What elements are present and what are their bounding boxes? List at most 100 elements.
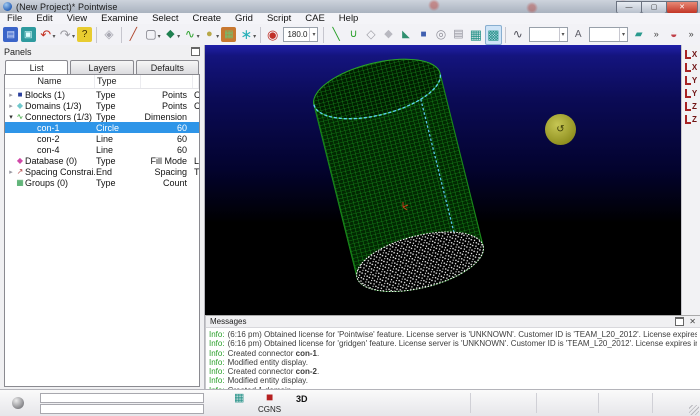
tree-item-label: Domains (1/3) — [25, 101, 82, 111]
cae-mask-icon[interactable]: ◒ — [665, 25, 682, 45]
menu-item-view[interactable]: View — [60, 13, 94, 24]
axis-view-button-minus-x[interactable]: X — [683, 60, 699, 72]
column-header-type[interactable]: Type — [95, 75, 141, 88]
arc-curve-icon[interactable]: ∪ — [345, 25, 362, 45]
block-wedge-icon[interactable]: ◣ — [397, 25, 414, 45]
tree-row-con-2[interactable]: con-2Line60 — [5, 133, 199, 144]
expand-closed-icon[interactable]: ▸ — [7, 91, 15, 99]
overflow-chevron2-icon[interactable]: » — [682, 25, 699, 45]
block-box-icon[interactable]: ■ — [415, 25, 432, 45]
maximize-icon: ▢ — [651, 3, 658, 11]
menu-item-examine[interactable]: Examine — [94, 13, 145, 24]
dropdown-caret-icon: ▾ — [177, 33, 180, 40]
tree-row-con-1[interactable]: con-1Circle60 — [5, 122, 199, 133]
tree-item-label: Groups (0) — [25, 178, 68, 188]
tree-cell-value: Count — [141, 178, 193, 188]
menu-item-script[interactable]: Script — [260, 13, 298, 24]
toolbar-separator — [121, 27, 122, 43]
solid-diamond-icon[interactable]: ◆ — [380, 25, 397, 45]
column-header-name[interactable]: Name — [5, 75, 95, 88]
expand-closed-icon[interactable]: ▸ — [7, 168, 15, 176]
connector-dimension-icon[interactable]: ∿ — [509, 25, 526, 45]
tree-item-label: con-1 — [37, 123, 60, 133]
render-view-icon[interactable]: ▦ — [220, 25, 237, 45]
tree-row-database-0[interactable]: ◆Database (0)TypeFill ModeLine ... — [5, 155, 199, 166]
menu-item-create[interactable]: Create — [185, 13, 228, 24]
dropdown-caret-icon: ▾ — [253, 33, 256, 40]
dropdown-caret-icon: ▾ — [52, 33, 55, 40]
mass-transform-icon[interactable]: ◈ — [100, 25, 117, 45]
trackball-icon — [12, 397, 24, 409]
tree-item-label: Blocks (1) — [25, 90, 65, 100]
connector-dimension-combo[interactable]: ▾ — [529, 27, 568, 42]
tab-layers[interactable]: Layers — [70, 60, 133, 75]
menu-item-grid[interactable]: Grid — [228, 13, 260, 24]
tree-item-label: Spacing Constrai... — [25, 167, 95, 177]
close-button[interactable]: ✕ — [666, 1, 698, 14]
message-info-label: Info: — [209, 367, 225, 376]
tree-cell-extra: Line ... — [193, 156, 200, 166]
unstructured-domain-icon[interactable]: ▩ — [485, 25, 502, 45]
extrude-icon[interactable]: ▤ — [450, 25, 467, 45]
average-spacing-icon[interactable]: A — [570, 25, 587, 45]
message-line: Info:Created connector con-2. — [209, 367, 697, 376]
tree-cell-type: Line — [95, 145, 141, 155]
tree-cell-type: Type — [95, 178, 141, 188]
display-attributes-icon[interactable]: ╱ — [125, 25, 142, 45]
tree-row-spacing-constrai[interactable]: ▸↗Spacing Constrai...EndSpacingType — [5, 166, 199, 177]
tree-cell-type: End — [95, 167, 141, 177]
tree-cell-value: Fill Mode — [141, 156, 193, 166]
tree-row-con-4[interactable]: con-4Line60 — [5, 144, 199, 155]
toolbar-separator — [323, 27, 324, 43]
list-header: Name Type — [5, 75, 199, 89]
tree-row-connectors-1-3[interactable]: ▾∿Connectors (1/3)TypeDimension — [5, 111, 199, 122]
maximize-button[interactable]: ▢ — [641, 1, 667, 14]
menu-item-select[interactable]: Select — [145, 13, 185, 24]
tree-cell-type: Circle — [95, 123, 141, 133]
save-icon[interactable]: ▤ — [2, 25, 19, 45]
help-icon[interactable]: ? — [76, 25, 93, 45]
toolbar-separator — [260, 27, 261, 43]
examine-icon[interactable]: ◉ — [264, 25, 281, 45]
axis-view-button-plus-z[interactable]: Z — [683, 99, 699, 111]
surface-icon[interactable]: ◇ — [362, 25, 379, 45]
menu-item-file[interactable]: File — [0, 13, 29, 24]
axis-view-button-plus-y[interactable]: Y — [683, 73, 699, 85]
layers-icon[interactable]: ▰ — [630, 25, 647, 45]
expand-open-icon[interactable]: ▾ — [7, 113, 15, 121]
tree-cell-value: Points — [141, 90, 193, 100]
connector-icon: ∿ — [15, 112, 25, 121]
tree-item-label: Database (0) — [25, 156, 77, 166]
tab-list[interactable]: List — [5, 60, 68, 75]
minimize-button[interactable]: — — [616, 1, 642, 14]
tab-defaults[interactable]: Defaults — [136, 60, 199, 75]
panel-float-icon[interactable] — [191, 47, 200, 56]
axis-view-button-minus-y[interactable]: Y — [683, 86, 699, 98]
revolve-icon[interactable]: ◎ — [432, 25, 449, 45]
menu-item-cae[interactable]: CAE — [298, 13, 332, 24]
cylinder-mesh — [205, 45, 681, 315]
menu-item-edit[interactable]: Edit — [29, 13, 59, 24]
axis-view-button-minus-z[interactable]: Z — [683, 112, 699, 124]
tree-row-domains-1-3[interactable]: ▸◆Domains (1/3)TypePointsCells — [5, 100, 199, 111]
average-spacing-combo[interactable]: ▾ — [589, 27, 628, 42]
messages-float-icon[interactable] — [675, 317, 684, 326]
message-line: Info:Created connector con-1. — [209, 349, 697, 358]
structured-domain-icon[interactable]: ▦ — [467, 25, 484, 45]
two-point-curve-icon[interactable]: ╲ — [327, 25, 344, 45]
open-icon[interactable]: ▣ — [19, 25, 36, 45]
status-field-1[interactable] — [40, 393, 204, 403]
status-field-2[interactable] — [40, 404, 204, 414]
entity-list: Name Type ▸■Blocks (1)TypePointsCells▸◆D… — [4, 74, 200, 387]
combo-caret-icon: ▾ — [559, 28, 567, 41]
tree-row-groups-0[interactable]: ▦Groups (0)TypeCount — [5, 177, 199, 188]
menu-item-help[interactable]: Help — [332, 13, 366, 24]
tree-row-blocks-1[interactable]: ▸■Blocks (1)TypePointsCells — [5, 89, 199, 100]
messages-close-icon[interactable]: ✕ — [689, 317, 696, 326]
resize-grip[interactable] — [689, 405, 699, 415]
axis-view-button-plus-x[interactable]: X — [683, 47, 699, 59]
viewport-canvas[interactable]: ↺ — [205, 45, 681, 315]
rotation-angle-combo[interactable]: 180.0▾ — [283, 27, 318, 42]
expand-closed-icon[interactable]: ▸ — [7, 102, 15, 110]
overflow-chevron-icon[interactable]: » — [647, 25, 664, 45]
